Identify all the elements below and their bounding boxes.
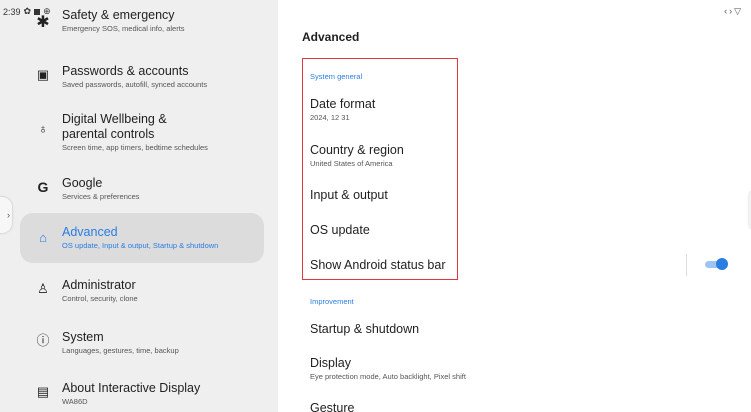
sidebar-item-subtitle: Screen time, app timers, bedtime schedul… — [62, 143, 208, 152]
section-label-system-general: System general — [310, 72, 363, 81]
sidebar-item-label: About Interactive Display — [62, 381, 201, 395]
info-icon: ⓘ — [36, 333, 50, 348]
status-time: 2:39 — [3, 6, 21, 17]
row-title: Display — [310, 356, 351, 370]
row-title: Date format — [310, 97, 376, 111]
row-subtitle: United States of America — [310, 159, 393, 168]
wifi-icon: ▽ — [734, 6, 743, 16]
wellbeing-icon: ♁ — [38, 121, 48, 136]
advanced-icon: ⌂ — [39, 230, 47, 245]
system-status-icons: ‹›▽ — [724, 6, 743, 17]
row-title: Gesture — [310, 401, 355, 412]
sidebar-item-subtitle: Languages, gestures, time, backup — [62, 346, 179, 355]
page-title: Advanced — [302, 30, 360, 44]
divider — [686, 254, 687, 276]
sidebar-item-label: System — [62, 330, 104, 344]
sidebar-item-passwords[interactable]: ▣ Passwords & accounts Saved passwords, … — [20, 64, 264, 90]
account-box-icon: ▣ — [36, 67, 50, 82]
device-icon: ▤ — [36, 384, 50, 399]
row-display[interactable]: Display Eye protection mode, Auto backli… — [310, 356, 730, 381]
sidebar-item-safety[interactable]: ✱ Safety & emergency Emergency SOS, medi… — [20, 8, 264, 34]
settings-sidebar: 2:39 ✿ ⊕ ✱ Safety & emergency Emergency … — [0, 0, 278, 412]
sidebar-item-subtitle: Services & preferences — [62, 192, 140, 201]
row-title: Country & region — [310, 143, 404, 157]
row-gesture[interactable]: Gesture — [310, 401, 730, 412]
side-panel-handle[interactable]: › — [0, 197, 12, 233]
chevron-right-icon: › — [7, 210, 10, 220]
sidebar-item-subtitle: Emergency SOS, medical info, alerts — [62, 24, 185, 33]
sidebar-item-label: Digital Wellbeing & parental controls — [62, 112, 167, 141]
row-title: Show Android status bar — [310, 258, 446, 272]
row-title: OS update — [310, 223, 370, 237]
row-show-android-status-bar[interactable]: Show Android status bar — [310, 258, 730, 273]
row-title: Input & output — [310, 188, 388, 202]
google-icon: G — [37, 179, 49, 195]
sidebar-item-subtitle: Saved passwords, autofill, synced accoun… — [62, 80, 208, 89]
sidebar-item-subtitle: WA86D — [62, 397, 88, 406]
app-icon: ⊕ — [43, 6, 51, 16]
sidebar-item-google[interactable]: G Google Services & preferences — [20, 176, 264, 202]
row-subtitle: Eye protection mode, Auto backlight, Pix… — [310, 372, 466, 381]
row-os-update[interactable]: OS update — [310, 223, 730, 238]
sidebar-item-advanced[interactable]: ⌂ Advanced OS update, Input & output, St… — [20, 213, 264, 263]
sidebar-item-system[interactable]: ⓘ System Languages, gestures, time, back… — [20, 330, 264, 356]
sidebar-item-subtitle: OS update, Input & output, Startup & shu… — [62, 241, 219, 250]
toggle-thumb — [716, 258, 728, 270]
row-country-region[interactable]: Country & region United States of Americ… — [310, 143, 730, 168]
row-title: Startup & shutdown — [310, 322, 420, 336]
row-startup-shutdown[interactable]: Startup & shutdown — [310, 322, 730, 337]
section-label-improvement: Improvement — [310, 297, 354, 306]
status-bar-toggle[interactable] — [705, 258, 728, 270]
sidebar-item-wellbeing[interactable]: ♁ Digital Wellbeing & parental controls … — [20, 112, 264, 153]
notification-icon — [34, 8, 41, 15]
sidebar-item-label: Safety & emergency — [62, 8, 175, 22]
sidebar-item-label: Advanced — [62, 225, 118, 239]
sidebar-item-label: Administrator — [62, 278, 136, 292]
highlight-box — [302, 58, 458, 280]
detail-pane: ‹›▽ Advanced System general Date format … — [278, 0, 751, 412]
row-subtitle: 2024, 12 31 — [310, 113, 350, 122]
admin-person-icon: ♙ — [37, 281, 49, 296]
settings-gear-icon: ✿ — [23, 6, 32, 16]
sidebar-item-administrator[interactable]: ♙ Administrator Control, security, clone — [20, 278, 264, 304]
sidebar-item-label: Google — [62, 176, 103, 190]
sidebar-item-about[interactable]: ▤ About Interactive Display WA86D — [20, 381, 264, 407]
row-date-format[interactable]: Date format 2024, 12 31 — [310, 97, 730, 122]
status-bar: 2:39 ✿ ⊕ — [3, 6, 51, 17]
sidebar-item-subtitle: Control, security, clone — [62, 294, 138, 303]
ethernet-icon: ‹› — [724, 6, 735, 16]
sidebar-item-label: Passwords & accounts — [62, 64, 189, 78]
row-input-output[interactable]: Input & output — [310, 188, 730, 203]
